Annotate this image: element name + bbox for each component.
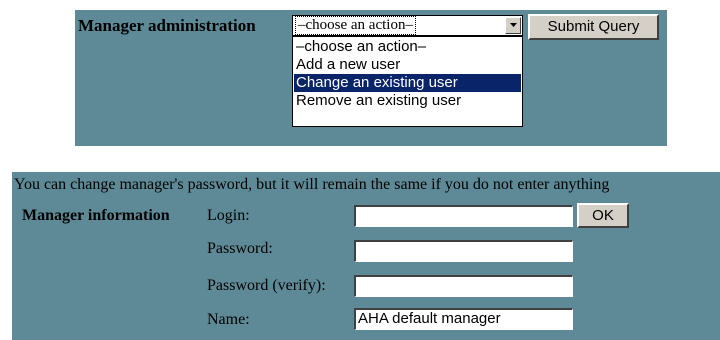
password-input[interactable] [354,240,573,262]
action-dropdown-list: –choose an action– Add a new user Change… [292,36,523,127]
action-option-add-user[interactable]: Add a new user [294,56,521,74]
password-verify-input[interactable] [354,275,573,297]
manager-information-label: Manager information [22,207,170,224]
action-select-value: –choose an action– [295,16,416,35]
manager-administration-label: Manager administration [78,16,256,35]
action-option-change-user[interactable]: Change an existing user [294,74,521,92]
login-input[interactable] [354,205,573,227]
action-option-choose[interactable]: –choose an action– [294,38,521,56]
login-label: Login: [207,207,250,224]
password-label: Password: [207,240,273,257]
name-label: Name: [207,311,250,328]
password-help-text: You can change manager's password, but i… [14,176,610,193]
chevron-down-icon [510,23,517,27]
submit-query-button[interactable]: Submit Query [528,14,659,40]
action-select[interactable]: –choose an action– [292,15,523,36]
ok-button[interactable]: OK [577,203,629,228]
select-dropdown-button[interactable] [505,17,521,34]
action-option-remove-user[interactable]: Remove an existing user [294,92,521,110]
name-input[interactable]: AHA default manager [354,308,573,330]
password-verify-label: Password (verify): [207,277,326,294]
